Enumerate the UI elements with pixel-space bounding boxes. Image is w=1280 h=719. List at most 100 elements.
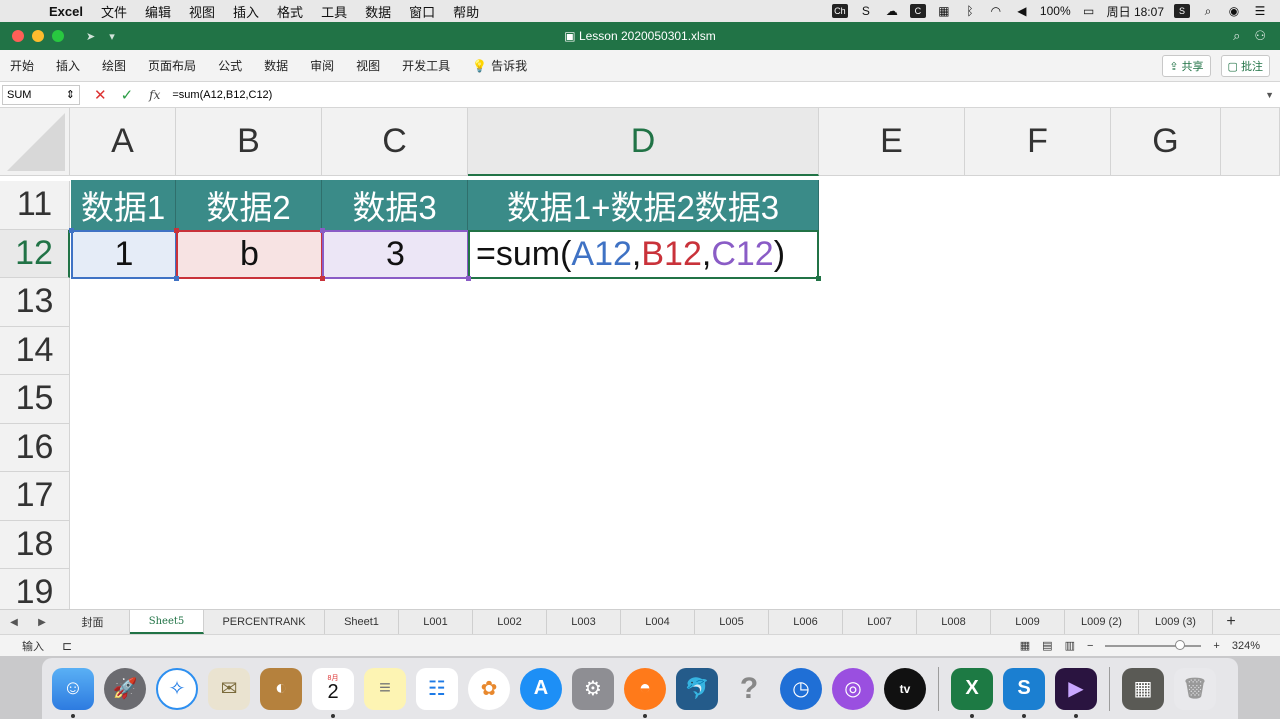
cell-d12-editing[interactable]: =sum(A12, B12, C12) — [468, 230, 819, 279]
zoom-slider[interactable] — [1105, 639, 1202, 650]
column-header-d[interactable]: D — [468, 108, 819, 176]
podcasts-icon[interactable]: ◎ — [832, 667, 874, 710]
menu-edit[interactable]: 编辑 — [136, 2, 180, 21]
row-header-14[interactable]: 14 — [0, 326, 70, 375]
sheet-tab[interactable]: L005 — [695, 610, 769, 634]
expand-formula-bar-icon[interactable]: ▼ — [1265, 90, 1280, 100]
status-app-icon[interactable]: Ch — [831, 4, 848, 18]
sheet-tab[interactable]: L009 (2) — [1065, 610, 1139, 634]
zoom-out-button[interactable]: − — [1087, 640, 1093, 652]
minimize-window-button[interactable] — [32, 30, 44, 42]
column-header-a[interactable]: A — [70, 108, 176, 176]
fill-handle[interactable] — [816, 276, 821, 281]
cancel-entry-icon[interactable]: ✕ — [94, 86, 107, 104]
excel-icon[interactable]: X — [951, 667, 993, 718]
tab-insert[interactable]: 插入 — [45, 57, 91, 74]
column-header-e[interactable]: E — [819, 108, 965, 176]
cell-a11[interactable]: 数据1 — [71, 180, 176, 230]
page-break-view-icon[interactable]: ▥ — [1065, 639, 1075, 652]
sheet-tab[interactable]: PERCENTRANK — [204, 610, 325, 634]
search-icon[interactable]: ⌕ — [1233, 28, 1240, 44]
tab-view[interactable]: 视图 — [345, 57, 391, 74]
tab-developer[interactable]: 开发工具 — [391, 57, 461, 74]
zoom-slider-knob[interactable] — [1175, 639, 1186, 650]
zoom-window-button[interactable] — [52, 30, 64, 42]
menu-insert[interactable]: 插入 — [224, 2, 268, 21]
menu-format[interactable]: 格式 — [268, 2, 312, 21]
row-header-17[interactable]: 17 — [0, 472, 70, 521]
column-header-g[interactable]: G — [1111, 108, 1221, 176]
next-sheet-icon[interactable]: ▶ — [38, 617, 46, 628]
range-handle-c[interactable] — [320, 228, 325, 233]
name-box-stepper-icon[interactable]: ⇕ — [66, 88, 75, 101]
app-store-icon[interactable]: A — [520, 667, 562, 710]
select-all-button[interactable] — [0, 108, 70, 176]
cell-c12[interactable]: 3 — [322, 230, 469, 279]
close-window-button[interactable] — [12, 30, 24, 42]
menu-tools[interactable]: 工具 — [312, 2, 356, 21]
cell-d11[interactable]: 数据1+数据2数据3 — [468, 180, 819, 230]
volume-icon[interactable]: ◀ — [1014, 4, 1030, 18]
sheet-tab[interactable]: L003 — [547, 610, 621, 634]
cell-c11[interactable]: 数据3 — [322, 180, 468, 230]
mysql-workbench-icon[interactable]: 🐬 — [676, 667, 718, 710]
sheet-tab[interactable]: L009 — [991, 610, 1065, 634]
snagit-status-icon[interactable]: S — [858, 4, 874, 18]
cell-b12[interactable]: b — [176, 230, 323, 279]
range-handle-c[interactable] — [466, 276, 471, 281]
normal-view-icon[interactable]: ▦ — [1020, 639, 1030, 652]
clock[interactable]: 周日 18:07 — [1107, 3, 1164, 20]
insert-function-icon[interactable]: fx — [149, 88, 160, 102]
share-button[interactable]: ⇪ 共享 — [1162, 54, 1211, 77]
finder-icon[interactable]: ☺ — [52, 667, 94, 718]
tab-data[interactable]: 数据 — [253, 57, 299, 74]
range-handle-b[interactable] — [320, 276, 325, 281]
menu-window[interactable]: 窗口 — [400, 2, 444, 21]
row-header-18[interactable]: 18 — [0, 520, 70, 569]
column-header-h[interactable] — [1221, 108, 1280, 176]
tell-me-search[interactable]: 💡 告诉我 — [461, 57, 538, 74]
row-header-16[interactable]: 16 — [0, 423, 70, 472]
range-handle-a[interactable] — [174, 276, 179, 281]
row-header-12[interactable]: 12 — [0, 229, 70, 278]
menu-help[interactable]: 帮助 — [444, 2, 488, 21]
column-header-b[interactable]: B — [176, 108, 322, 176]
tab-draw[interactable]: 绘图 — [91, 57, 137, 74]
calendar-icon[interactable]: 8月 2 — [312, 667, 354, 718]
range-handle-b[interactable] — [174, 228, 179, 233]
notes-icon[interactable]: ≡ — [364, 667, 406, 710]
screenshot-icon[interactable]: ▦ — [1122, 667, 1164, 710]
cell-a12[interactable]: 1 — [71, 230, 177, 279]
macro-record-icon[interactable]: ⊏ — [44, 639, 72, 653]
sheet-tab[interactable]: L004 — [621, 610, 695, 634]
time-icon[interactable]: ◷ — [780, 667, 822, 710]
column-header-f[interactable]: F — [965, 108, 1111, 176]
grid-status-icon[interactable]: ▦ — [936, 4, 952, 18]
sheet-tab-active[interactable]: Sheet5 — [130, 610, 204, 634]
tab-formulas[interactable]: 公式 — [207, 57, 253, 74]
tab-page-layout[interactable]: 页面布局 — [137, 57, 207, 74]
name-box[interactable]: SUM ⇕ — [2, 84, 80, 105]
spotlight-icon[interactable]: ⌕ — [1200, 4, 1216, 18]
s-status-icon[interactable]: S — [1174, 4, 1190, 18]
confirm-entry-icon[interactable]: ✓ — [121, 86, 134, 104]
sheet-tab[interactable]: 封面 — [56, 610, 130, 634]
prev-sheet-icon[interactable]: ◀ — [10, 617, 18, 628]
firefox-icon[interactable]: ◓ — [624, 667, 666, 718]
mail-icon[interactable]: ✉ — [208, 667, 250, 710]
safari-icon[interactable]: ✧ — [156, 667, 198, 710]
menu-view[interactable]: 视图 — [180, 2, 224, 21]
apple-tv-icon[interactable]: tv — [884, 667, 926, 710]
zoom-level[interactable]: 324% — [1232, 640, 1260, 652]
snagit-icon[interactable]: S — [1003, 667, 1045, 718]
cloud-icon[interactable]: ☁ — [884, 4, 900, 18]
sheet-tab[interactable]: L007 — [843, 610, 917, 634]
sheet-tab[interactable]: L001 — [399, 610, 473, 634]
range-handle-a[interactable] — [69, 228, 74, 233]
page-layout-view-icon[interactable]: ▤ — [1042, 639, 1052, 652]
row-header-15[interactable]: 15 — [0, 375, 70, 424]
sheet-tab[interactable]: L006 — [769, 610, 843, 634]
zoom-in-button[interactable]: + — [1213, 640, 1219, 652]
help-icon[interactable]: ? — [728, 668, 770, 710]
notification-center-icon[interactable]: ☰ — [1252, 4, 1268, 18]
